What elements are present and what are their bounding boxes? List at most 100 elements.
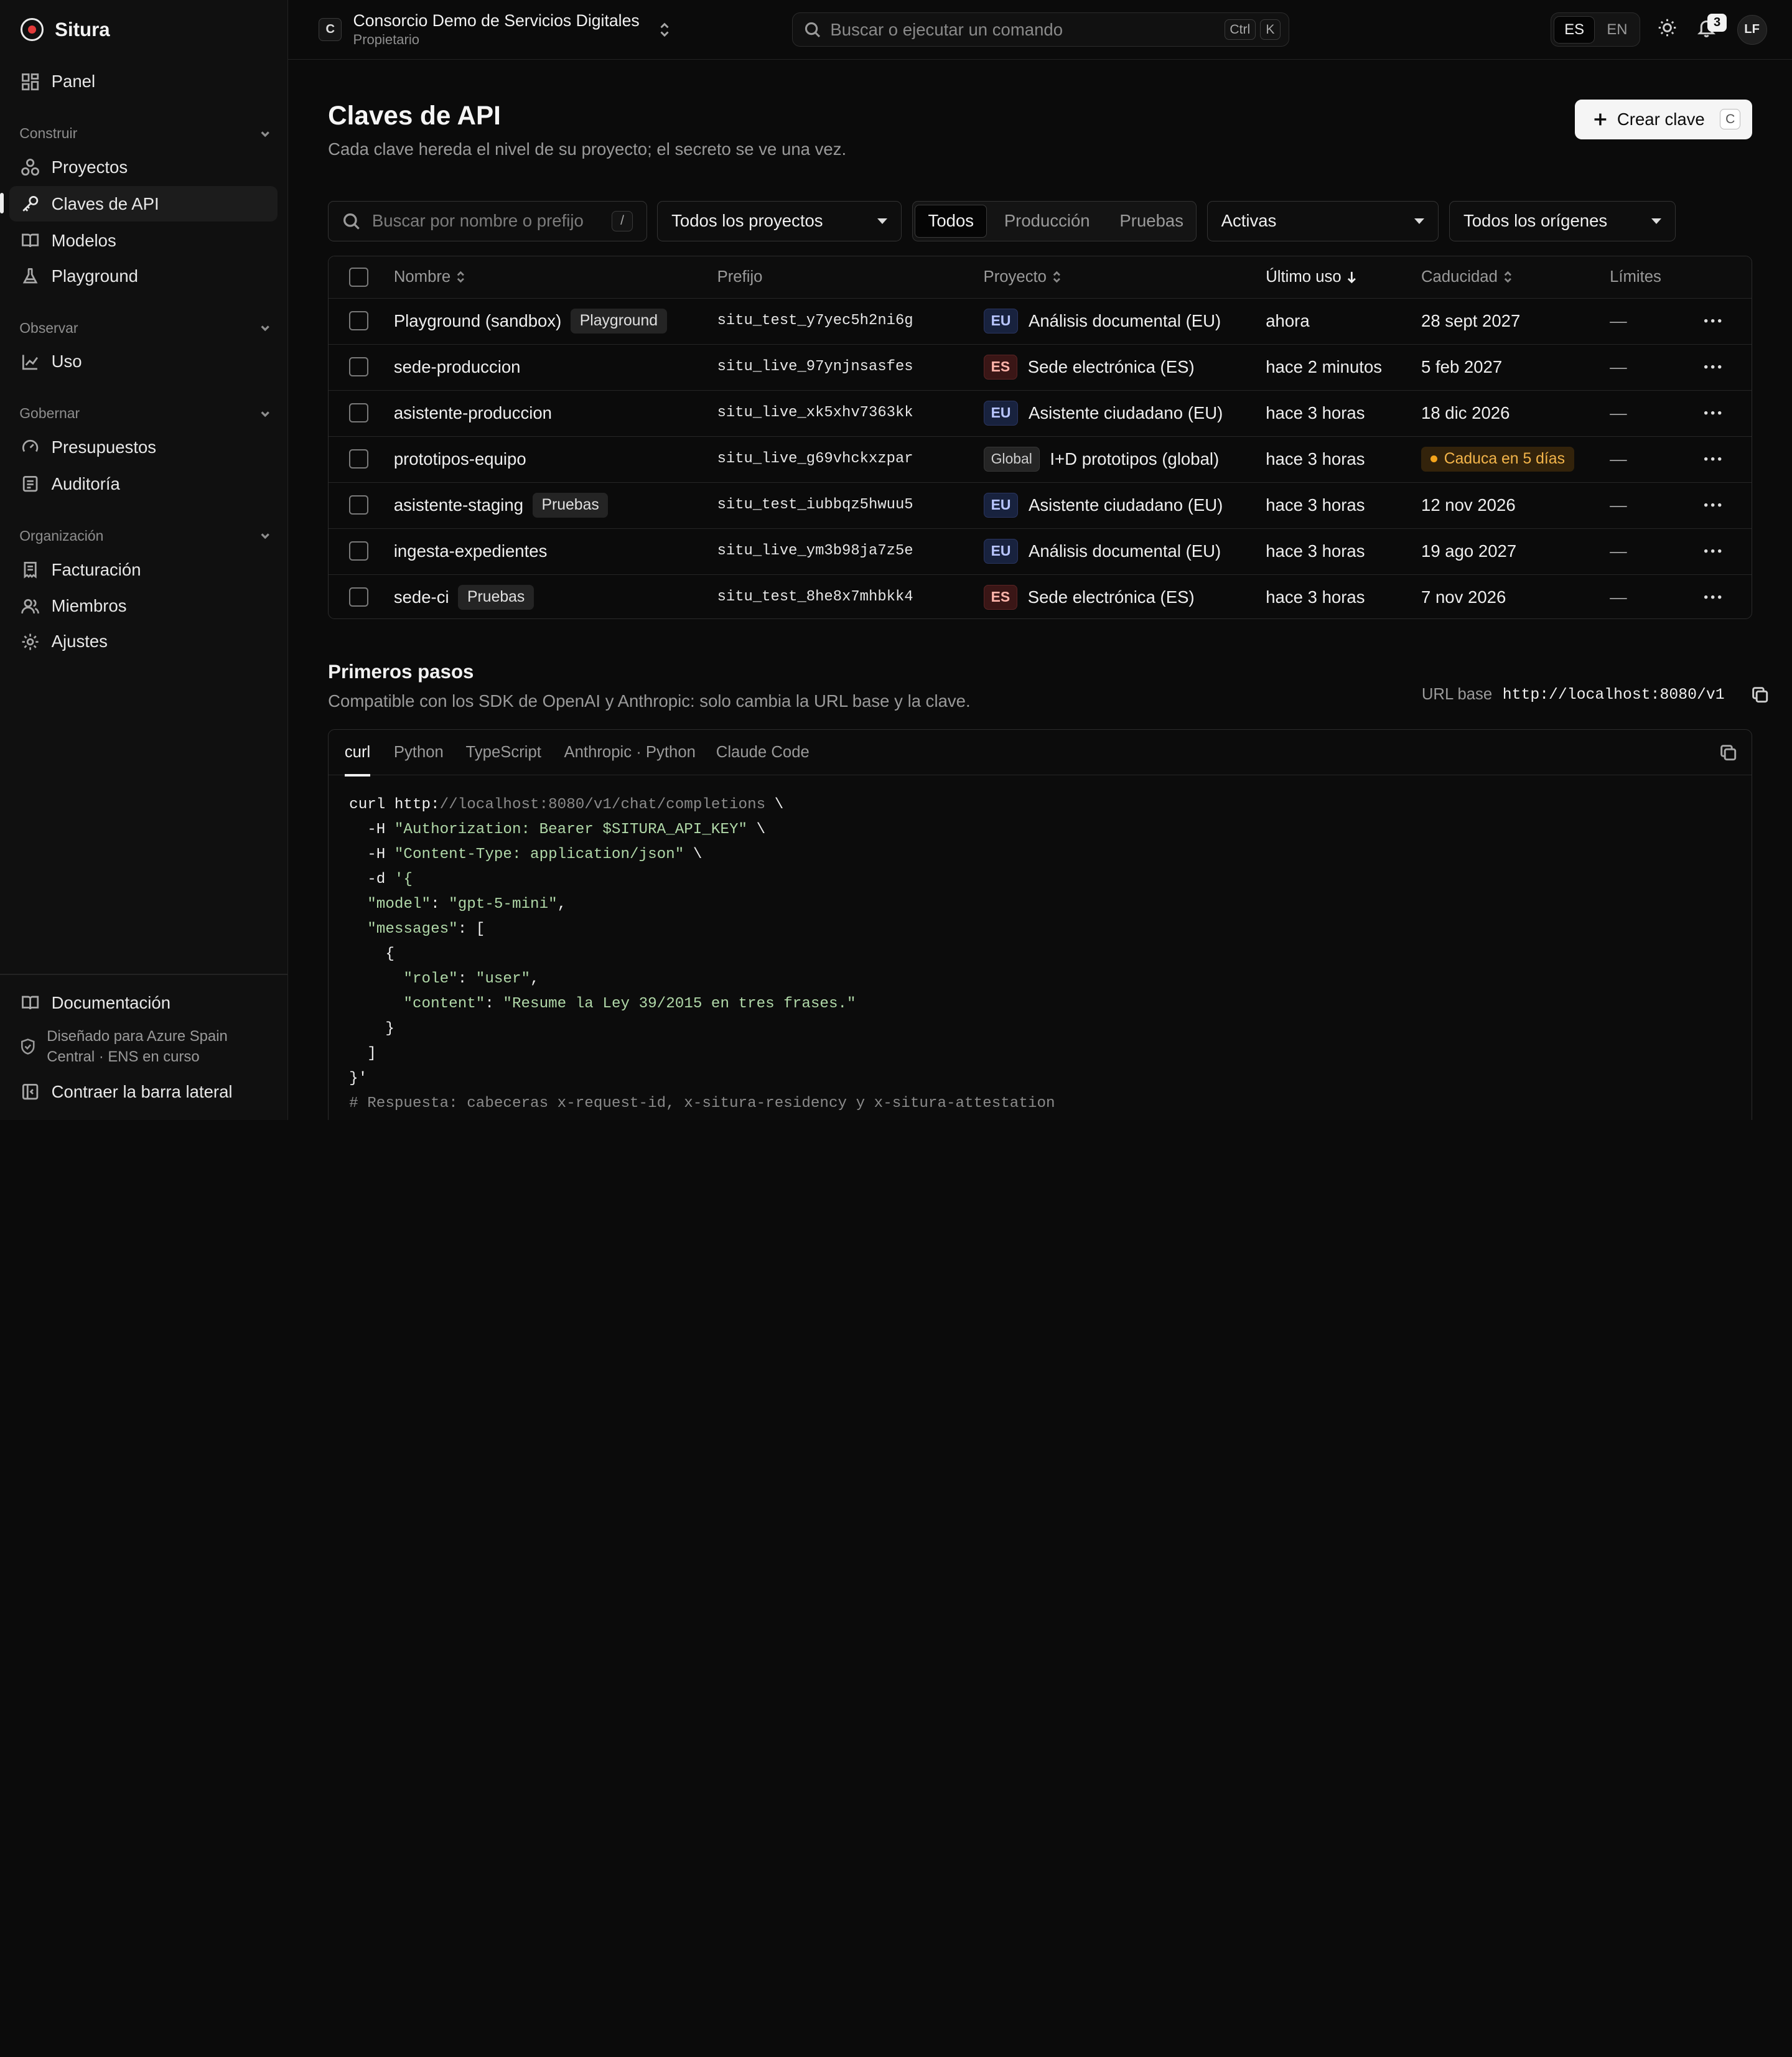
sidebar-item-miembros[interactable]: Miembros <box>9 589 278 624</box>
code-snippet-panel: curl Python TypeScript Anthropic · Pytho… <box>328 729 1752 1120</box>
table-row[interactable]: asistente-staging Pruebas situ_test_iubbqz… <box>329 482 1752 528</box>
section-organizacion[interactable]: Organización <box>19 526 271 546</box>
column-header-proyecto[interactable]: Proyecto <box>984 256 1062 297</box>
project-name[interactable]: Sede electrónica (ES) <box>1028 587 1195 607</box>
sidebar-item-ajustes[interactable]: Ajustes <box>9 624 278 660</box>
tab-python[interactable]: Python <box>394 730 444 775</box>
table-row[interactable]: asistente-produccion situ_live_xk5xhv7363… <box>329 389 1752 436</box>
checkbox-box[interactable] <box>349 541 369 561</box>
sidebar-item-auditoria[interactable]: Auditoría <box>9 466 278 501</box>
key-name[interactable]: sede-produccion <box>394 357 521 377</box>
column-header-caducidad[interactable]: Caducidad <box>1421 256 1513 297</box>
create-key-shortcut: C <box>1720 109 1741 130</box>
row-checkbox[interactable] <box>349 391 369 436</box>
env-todos[interactable]: Todos <box>915 204 987 238</box>
section-gobernar[interactable]: Gobernar <box>19 403 271 424</box>
key-name[interactable]: prototipos-equipo <box>394 449 526 469</box>
project-name[interactable]: Análisis documental (EU) <box>1029 311 1221 331</box>
tab-claude-code[interactable]: Claude Code <box>716 730 810 775</box>
row-checkbox[interactable] <box>349 529 369 574</box>
org-switcher[interactable]: C Consorcio Demo de Servicios Digitales … <box>319 11 671 48</box>
key-name[interactable]: sede-ci <box>394 587 449 607</box>
sidebar-item-panel[interactable]: Panel <box>9 64 278 100</box>
theme-toggle-button[interactable] <box>1657 17 1680 40</box>
row-checkbox[interactable] <box>349 437 369 482</box>
row-actions-button[interactable] <box>1704 483 1722 528</box>
project-name[interactable]: I+D prototipos (global) <box>1050 449 1219 469</box>
origin-filter-select[interactable]: Todos los orígenes <box>1449 201 1676 241</box>
checkbox-box[interactable] <box>349 587 369 607</box>
key-name-cell: Playground (sandbox) Playground <box>394 299 667 343</box>
row-checkbox[interactable] <box>349 575 369 619</box>
tab-curl[interactable]: curl <box>344 730 370 777</box>
column-header-nombre[interactable]: Nombre <box>394 256 465 297</box>
sidebar-item-presupuestos[interactable]: Presupuestos <box>9 430 278 465</box>
checkbox-box[interactable] <box>349 311 369 331</box>
row-checkbox[interactable] <box>349 345 369 389</box>
row-actions-button[interactable] <box>1704 529 1722 574</box>
copy-icon[interactable] <box>1751 686 1769 704</box>
column-header-prefijo: Prefijo <box>717 256 763 297</box>
key-name[interactable]: Playground (sandbox) <box>394 311 562 331</box>
checkbox-box[interactable] <box>349 495 369 515</box>
section-observar[interactable]: Observar <box>19 318 271 338</box>
row-actions-button[interactable] <box>1704 345 1722 389</box>
key-prefix: situ_live_97ynjnsasfes <box>717 358 913 376</box>
sidebar-item-facturacion[interactable]: Facturación <box>9 552 278 587</box>
sidebar-item-uso[interactable]: Uso <box>9 344 278 380</box>
table-row[interactable]: sede-produccion situ_live_97ynjnsasfes ES S… <box>329 343 1752 389</box>
book-icon <box>22 233 39 248</box>
project-name[interactable]: Asistente ciudadano (EU) <box>1029 403 1223 423</box>
section-construir[interactable]: Construir <box>19 123 271 144</box>
sidebar-item-playground[interactable]: Playground <box>9 258 278 294</box>
table-row[interactable]: ingesta-expedientes situ_live_ym3b98ja7z5… <box>329 528 1752 574</box>
key-search-input[interactable]: Buscar por nombre o prefijo / <box>328 201 647 241</box>
more-horizontal-icon <box>1704 319 1722 323</box>
sidebar-item-documentacion[interactable]: Documentación <box>9 985 278 1020</box>
select-all-checkbox[interactable] <box>349 256 369 297</box>
user-avatar[interactable]: LF <box>1737 14 1767 45</box>
project-name[interactable]: Análisis documental (EU) <box>1029 541 1221 561</box>
key-name-cell: sede-produccion <box>394 345 521 389</box>
key-name[interactable]: asistente-staging <box>394 495 523 515</box>
status-filter-select[interactable]: Activas <box>1206 201 1439 241</box>
section-title: Organización <box>19 527 104 544</box>
column-header-ultimo-uso[interactable]: Último uso <box>1266 256 1356 297</box>
create-key-button[interactable]: Crear clave C <box>1574 99 1752 140</box>
collapse-sidebar-button[interactable]: Contraer la barra lateral <box>9 1074 278 1109</box>
env-produccion[interactable]: Producción <box>992 205 1103 238</box>
row-checkbox[interactable] <box>349 299 369 343</box>
env-pruebas[interactable]: Pruebas <box>1107 205 1196 238</box>
row-checkbox[interactable] <box>349 483 369 528</box>
row-actions-button[interactable] <box>1704 391 1722 436</box>
sidebar-item-modelos[interactable]: Modelos <box>9 223 278 258</box>
language-es[interactable]: ES <box>1554 16 1595 44</box>
table-row[interactable]: prototipos-equipo situ_live_g69vhckxzpar G… <box>329 436 1752 482</box>
table-row[interactable]: sede-ci Pruebas situ_test_8he8x7mhbkk4 ES Se… <box>329 574 1752 619</box>
project-filter-select[interactable]: Todos los proyectos <box>657 201 902 241</box>
sidebar-item-label: Auditoría <box>51 473 120 493</box>
checkbox-box[interactable] <box>349 357 369 377</box>
checkbox-box[interactable] <box>349 403 369 423</box>
tab-anthropic-python[interactable]: Anthropic · Python <box>564 730 695 775</box>
chevron-down-icon <box>261 325 269 332</box>
project-name[interactable]: Sede electrónica (ES) <box>1028 357 1195 377</box>
brand[interactable]: Situra <box>21 16 110 44</box>
command-search-input[interactable]: Buscar o ejecutar un comando Ctrl K <box>791 12 1289 47</box>
project-name[interactable]: Asistente ciudadano (EU) <box>1029 495 1223 515</box>
tab-typescript[interactable]: TypeScript <box>466 730 541 775</box>
checkbox-box[interactable] <box>349 449 369 469</box>
language-en[interactable]: EN <box>1597 16 1637 44</box>
sidebar-item-proyectos[interactable]: Proyectos <box>9 150 278 185</box>
table-row[interactable]: Playground (sandbox) Playground situ_test_… <box>329 297 1752 343</box>
sidebar-item-api-keys[interactable]: Claves de API <box>9 186 278 222</box>
row-actions-button[interactable] <box>1704 575 1722 619</box>
row-actions-button[interactable] <box>1704 299 1722 343</box>
base-url-value: http://localhost:8080/v1 <box>1502 686 1725 704</box>
key-name[interactable]: ingesta-expedientes <box>394 541 548 561</box>
copy-icon[interactable] <box>1719 744 1737 762</box>
key-tag: Pruebas <box>532 492 609 518</box>
key-search-placeholder: Buscar por nombre o prefijo <box>371 211 584 231</box>
key-name[interactable]: asistente-produccion <box>394 403 552 423</box>
row-actions-button[interactable] <box>1704 437 1722 482</box>
